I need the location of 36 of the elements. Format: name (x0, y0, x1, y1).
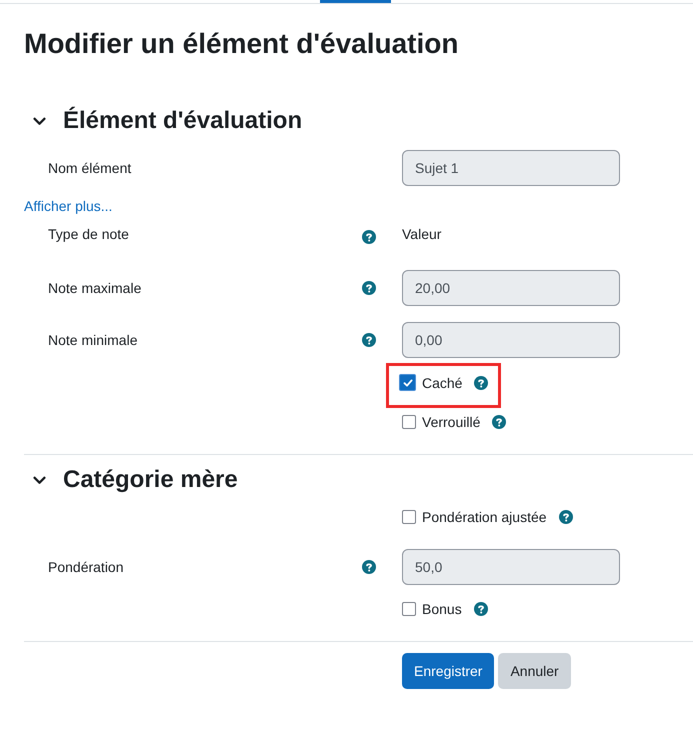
text-field[interactable]: Sujet 1 (402, 150, 620, 186)
field-label: Nom élément (48, 160, 132, 176)
checkbox-label: Caché (422, 374, 462, 391)
field-label: Type de note (48, 226, 130, 242)
help-icon[interactable] (362, 560, 376, 574)
save-button[interactable]: Enregistrer (402, 653, 494, 689)
tab-indicator (320, 0, 391, 3)
field-label: Note maximale (48, 280, 142, 296)
help-icon[interactable] (362, 230, 376, 244)
checkbox[interactable] (402, 602, 416, 616)
checkbox[interactable] (402, 415, 416, 429)
checkmark-icon (402, 376, 414, 389)
help-icon[interactable] (492, 415, 506, 429)
page-title: Modifier un élément d'évaluation (24, 27, 460, 61)
section-heading: Catégorie mère (63, 465, 238, 495)
help-icon[interactable] (362, 333, 376, 347)
text-field[interactable]: 0,00 (402, 322, 620, 358)
help-icon[interactable] (474, 602, 488, 616)
grade-type-value: Valeur (402, 226, 442, 242)
help-icon[interactable] (558, 510, 573, 524)
help-icon[interactable] (474, 376, 488, 390)
checkbox-label: Verrouillé (422, 414, 480, 430)
chevron-icon[interactable] (33, 116, 46, 126)
section-heading: Élément d'évaluation (63, 106, 302, 136)
chevron-icon[interactable] (33, 476, 46, 484)
checkbox[interactable] (399, 374, 416, 392)
text-field[interactable]: 50,0 (402, 549, 620, 585)
cancel-button[interactable]: Annuler (498, 653, 571, 689)
checkbox[interactable] (402, 510, 416, 524)
show-more-link[interactable]: Afficher plus... (24, 198, 693, 214)
help-icon[interactable] (362, 281, 376, 295)
text-field[interactable]: 20,00 (402, 270, 620, 306)
field-label: Note minimale (48, 332, 138, 348)
checkbox-label: Bonus (422, 601, 462, 617)
field-label: Pondération (48, 559, 125, 575)
checkbox-label: Pondération ajustée (422, 509, 547, 525)
